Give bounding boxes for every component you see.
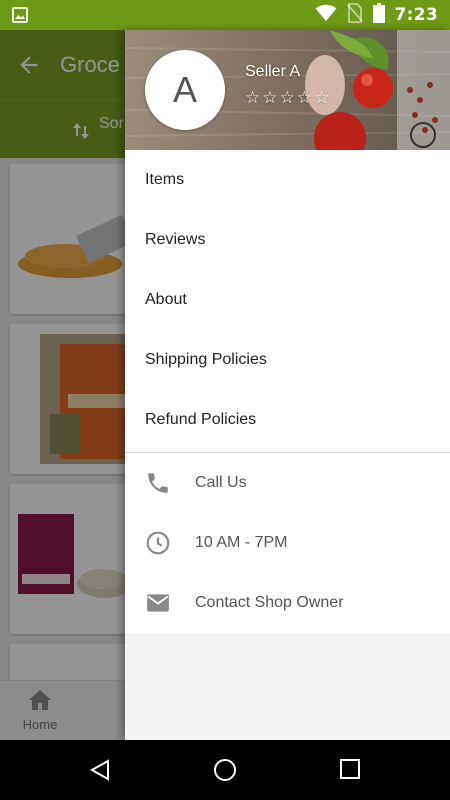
contact-list: Call Us 10 AM - 7PM Contact Shop Owner <box>125 453 450 633</box>
star-icon: ☆ <box>296 88 312 107</box>
wifi-icon <box>315 4 337 27</box>
no-sim-icon <box>346 2 363 28</box>
mail-icon <box>125 590 195 616</box>
drawer-menu: Items Reviews About Shipping Policies Re… <box>125 150 450 633</box>
menu-item-reviews[interactable]: Reviews <box>125 210 450 270</box>
menu-item-refund-policies[interactable]: Refund Policies <box>125 390 450 450</box>
system-navigation-bar <box>0 740 450 800</box>
menu-item-label: Refund Policies <box>145 411 257 428</box>
clock-time: 7:23 <box>394 5 438 25</box>
gallery-notification-icon <box>12 7 28 28</box>
seller-name: Seller A <box>245 63 301 80</box>
contact-label: Contact Shop Owner <box>195 594 344 611</box>
menu-item-shipping-policies[interactable]: Shipping Policies <box>125 330 450 390</box>
menu-item-label: About <box>145 291 187 308</box>
recents-nav-icon[interactable] <box>339 758 361 785</box>
contact-hours: 10 AM - 7PM <box>125 513 450 573</box>
clock-icon <box>125 530 195 556</box>
home-nav-icon[interactable] <box>213 758 237 787</box>
menu-item-label: Reviews <box>145 231 206 248</box>
seller-avatar: A <box>145 50 225 130</box>
back-nav-icon[interactable] <box>88 758 112 787</box>
phone-icon <box>125 470 195 496</box>
menu-item-about[interactable]: About <box>125 270 450 330</box>
seller-rating: ☆ ☆ ☆ ☆ ☆ <box>245 88 329 108</box>
contact-call-us[interactable]: Call Us <box>125 453 450 513</box>
navigation-drawer: A Seller A ☆ ☆ ☆ ☆ ☆ Items Reviews About… <box>125 30 450 740</box>
menu-item-label: Shipping Policies <box>145 351 267 368</box>
star-icon: ☆ <box>279 88 295 107</box>
star-icon: ☆ <box>314 88 330 107</box>
battery-icon <box>372 2 385 28</box>
contact-shop-owner[interactable]: Contact Shop Owner <box>125 573 450 633</box>
star-icon: ☆ <box>245 88 261 107</box>
status-bar: 7:23 <box>0 0 450 30</box>
star-icon: ☆ <box>262 88 278 107</box>
contact-label: Call Us <box>195 474 247 491</box>
menu-item-label: Items <box>145 171 185 188</box>
contact-label: 10 AM - 7PM <box>195 534 288 551</box>
drawer-header: A Seller A ☆ ☆ ☆ ☆ ☆ <box>125 30 450 150</box>
menu-item-items[interactable]: Items <box>125 150 450 210</box>
